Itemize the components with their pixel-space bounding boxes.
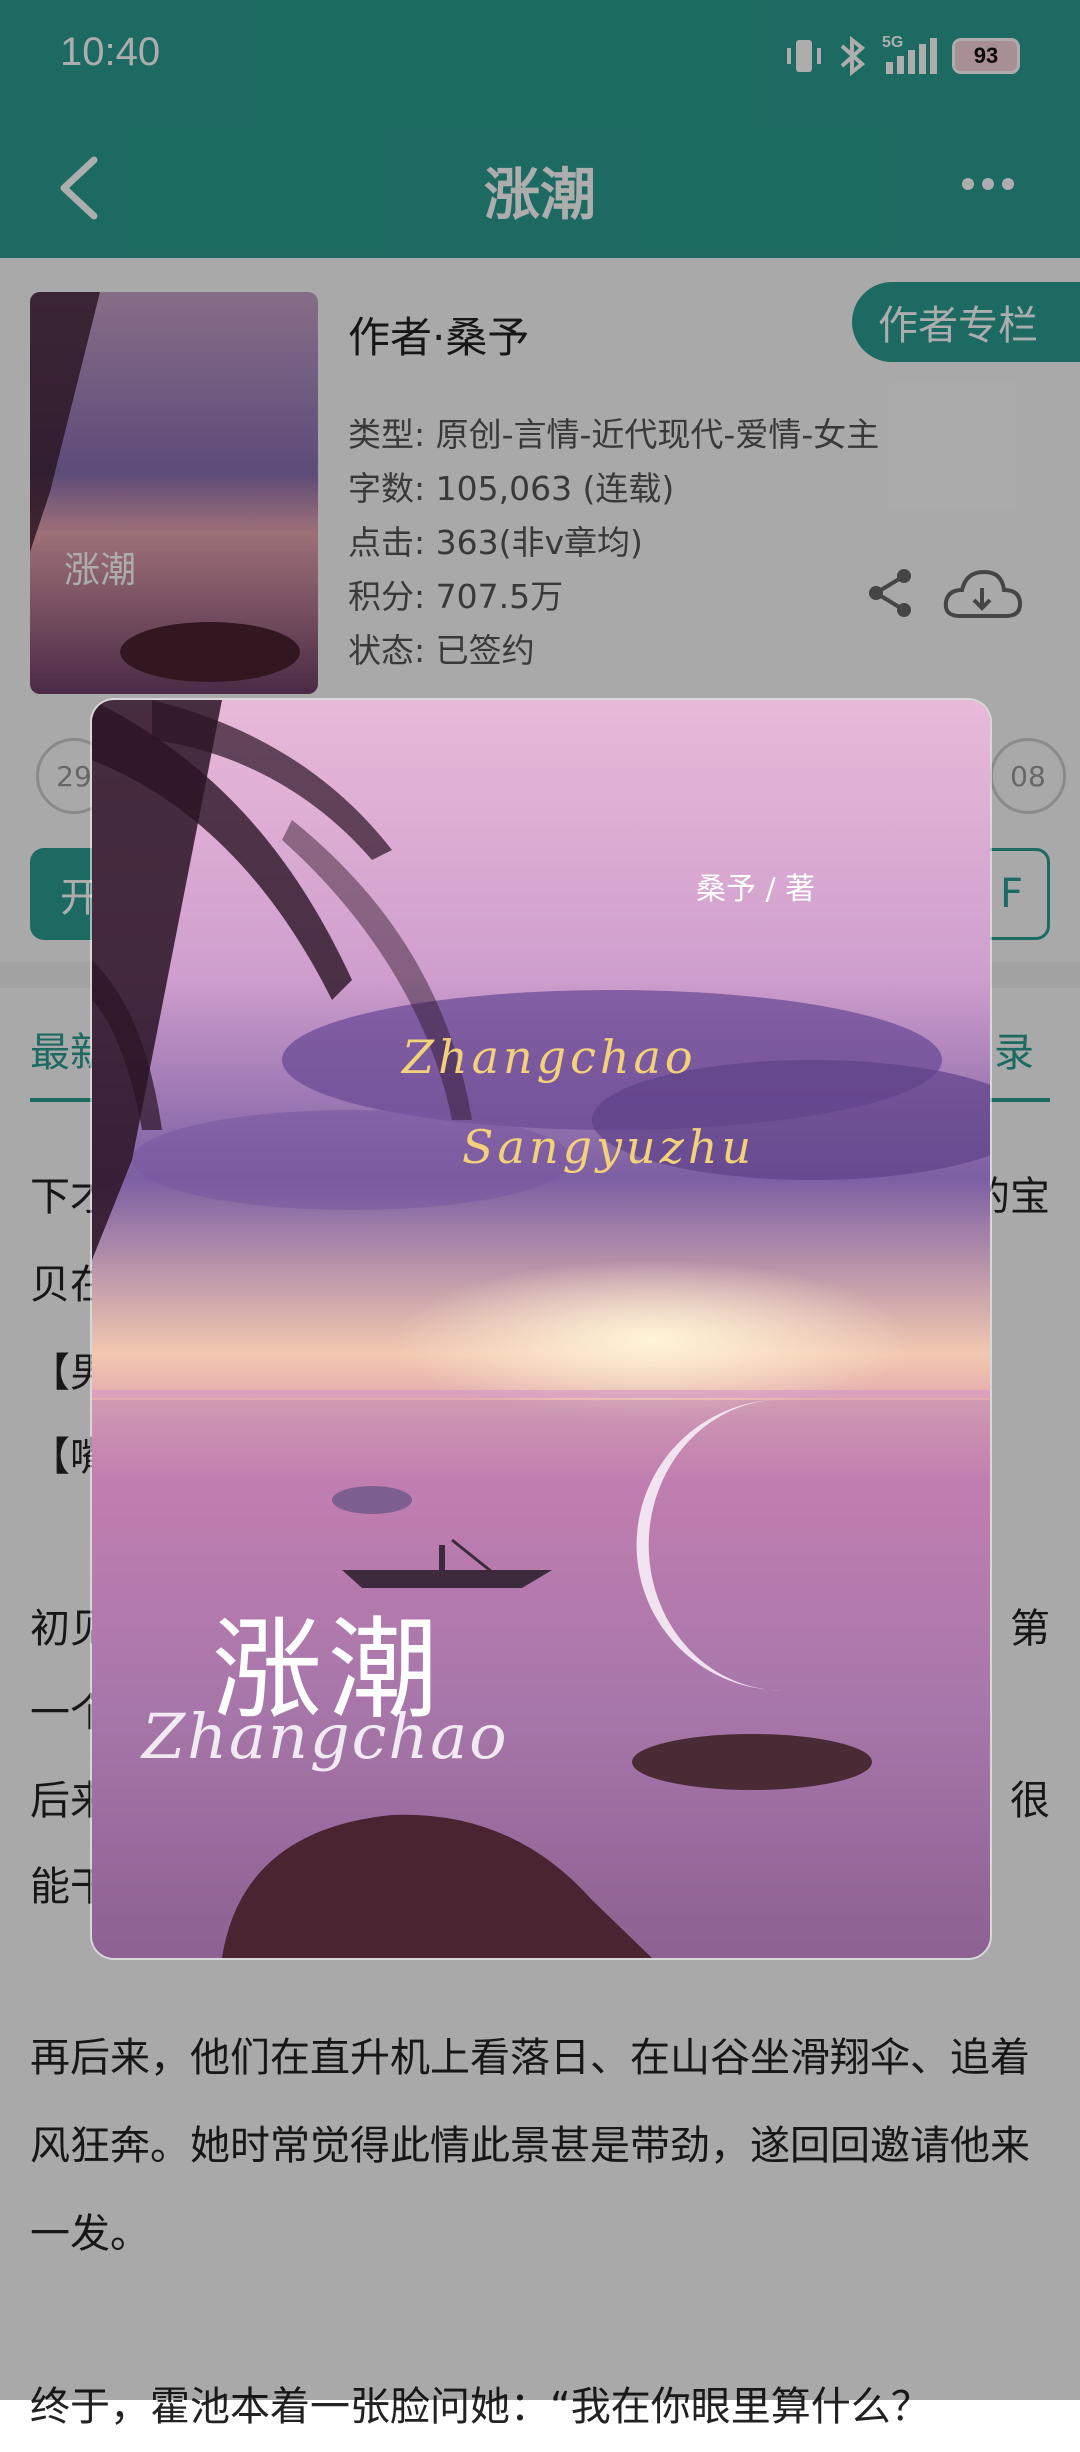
cover-script-line-1: Zhangchao <box>402 1030 697 1084</box>
enlarged-cover-image[interactable]: 桑予 / 著 Zhangchao Sangyuzhu 涨潮 Zhangchao <box>92 700 990 1958</box>
cover-author-line: 桑予 / 著 <box>696 872 816 907</box>
cover-script-line-3: Zhangchao <box>142 1700 509 1773</box>
cover-script-line-2: Sangyuzhu <box>462 1120 756 1174</box>
